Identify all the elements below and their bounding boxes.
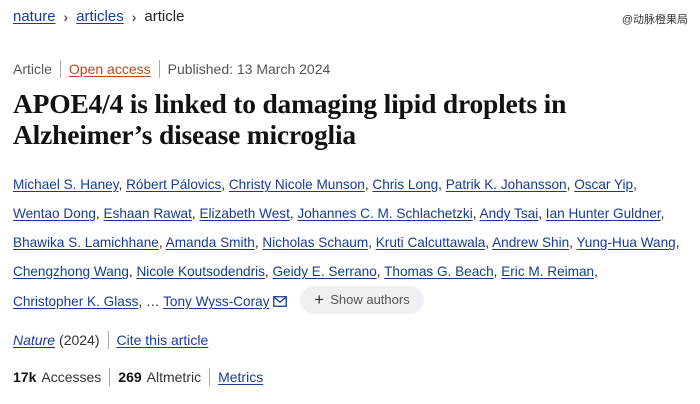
author-link[interactable]: Christy Nicole Munson [229,177,365,192]
author-link[interactable]: Eshaan Rawat [103,206,191,221]
author-link[interactable]: Kruti Calcuttawala [376,235,486,250]
altmetric-label: Altmetric [146,369,202,385]
open-access-link[interactable]: Open access [69,61,151,77]
journal-link[interactable]: Nature [13,332,55,348]
author-ellipsis: … [145,294,160,309]
metrics-row: 17k Accesses 269 Altmetric Metrics [13,368,263,386]
author-link[interactable]: Ian Hunter Guldner [546,206,661,221]
author-link[interactable]: Patrik K. Johansson [446,177,567,192]
author-link[interactable]: Nicole Koutsodendris [136,264,264,279]
divider [109,368,111,386]
divider [209,368,211,386]
author-link[interactable]: Chris Long [372,177,438,192]
author-link[interactable]: Andrew Shin [492,235,569,250]
author-link[interactable]: Nicholas Schaum [262,235,368,250]
plus-icon: + [314,290,325,309]
article-title: APOE4/4 is linked to damaging lipid drop… [13,88,567,150]
author-link[interactable]: Chengzhong Wang [13,264,129,279]
citation-row: Nature (2024) Cite this article [13,331,208,349]
author-link[interactable]: Róbert Pálovics [126,177,221,192]
accesses-label: Accesses [41,369,102,385]
author-link[interactable]: Tony Wyss-Coray [163,294,269,309]
author-list: Michael S. Haney, Róbert Pálovics, Chris… [13,170,683,316]
divider [158,60,160,78]
author-link[interactable]: Thomas G. Beach [384,264,494,279]
show-authors-label: Show authors [330,292,410,307]
chevron-right-icon: › [63,8,69,25]
author-link[interactable]: Wentao Dong [13,206,96,221]
author-link[interactable]: Andy Tsai [480,206,539,221]
article-type: Article [13,61,52,77]
published-date: Published: 13 March 2024 [167,61,331,77]
altmetric-count: 269 [118,369,142,385]
author-link[interactable]: Eric M. Reiman [501,264,594,279]
cite-article-link[interactable]: Cite this article [117,332,209,348]
accesses-count: 17k [13,369,37,385]
author-link[interactable]: Johannes C. M. Schlachetzki [297,206,472,221]
breadcrumb-link-articles[interactable]: articles [76,8,124,25]
citation-year: (2024) [59,332,100,348]
article-meta: Article Open access Published: 13 March … [13,60,330,78]
author-link[interactable]: Geidy E. Serrano [272,264,376,279]
mail-icon[interactable] [272,296,287,307]
author-link[interactable]: Yung-Hua Wang [576,235,675,250]
breadcrumb-link-nature[interactable]: nature [13,8,56,25]
author-link[interactable]: Christopher K. Glass [13,294,138,309]
show-authors-button[interactable]: + Show authors [300,286,424,314]
author-link[interactable]: Elizabeth West [199,206,289,221]
author-link[interactable]: Bhawika S. Lamichhane [13,235,159,250]
breadcrumb: nature › articles › article [13,8,184,25]
divider [107,331,109,349]
author-link[interactable]: Amanda Smith [166,235,255,250]
watermark: @动脉橙果局 [621,14,688,26]
breadcrumb-current: article [144,8,185,25]
divider [59,60,61,78]
author-link[interactable]: Oscar Yip [574,177,633,192]
chevron-right-icon: › [131,8,137,25]
author-link[interactable]: Michael S. Haney [13,177,119,192]
metrics-link[interactable]: Metrics [218,369,263,385]
